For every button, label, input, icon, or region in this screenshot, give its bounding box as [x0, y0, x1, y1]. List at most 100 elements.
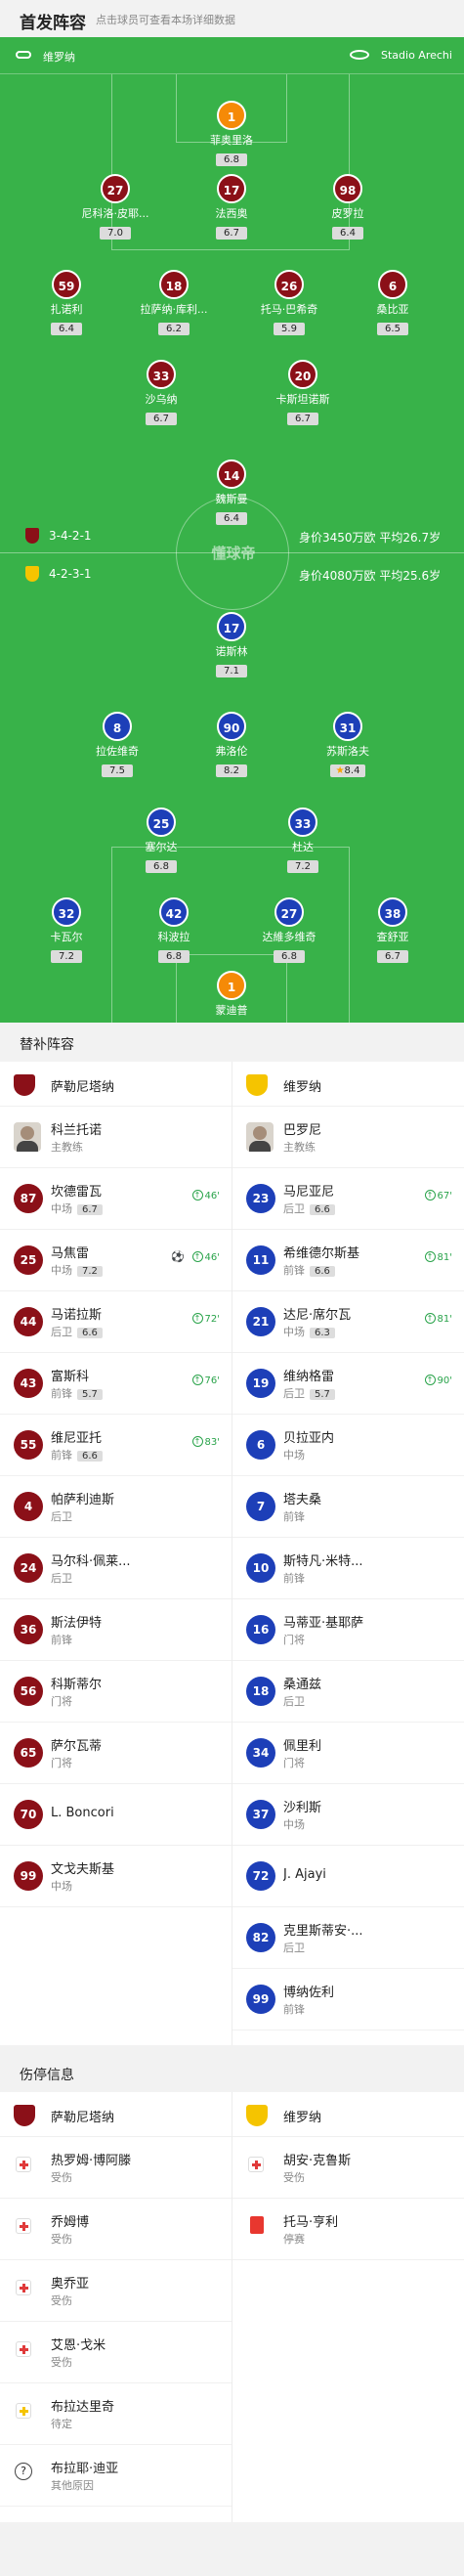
pitch-player[interactable]: 27 尼科洛·皮耶... 7.0 [62, 174, 169, 240]
pitch-player[interactable]: 14 魏斯曼 6.4 [178, 459, 285, 525]
sub-player-row[interactable]: 25 马焦雷 中场 7.2 ↑ 46' ⚽ [0, 1230, 232, 1291]
sub-player-row[interactable]: 24 马尔科·佩莱... 后卫 [0, 1538, 232, 1599]
pitch-player[interactable]: 18 拉萨纳·库利... 6.2 [120, 270, 228, 335]
sub-minute: 81' [437, 1313, 452, 1325]
sub-player-row[interactable]: 16 马蒂亚·基耶萨 门将 [232, 1599, 464, 1661]
pitch-player[interactable]: 98 皮罗拉 6.4 [294, 174, 401, 240]
sub-player-row[interactable]: 34 佩里利 门将 [232, 1723, 464, 1784]
pitch-player[interactable]: 59 扎诺利 6.4 [13, 270, 120, 335]
pitch-player[interactable]: 31 苏斯洛夫 ★8.4 [294, 712, 401, 777]
pitch-player[interactable]: 17 诺斯林 7.1 [178, 612, 285, 677]
pitch-player[interactable]: 33 杜达 7.2 [249, 808, 357, 873]
subs-section-header: 替补阵容 [0, 1023, 464, 1062]
player-position: 门将 [51, 1693, 72, 1709]
player-position: 门将 [51, 1755, 72, 1770]
player-number: 24 [14, 1553, 43, 1583]
pitch-player[interactable]: 26 托马·巴希奇 5.9 [235, 270, 343, 335]
player-number: 32 [52, 897, 81, 927]
sub-player-row[interactable]: 19 维纳格雷 后卫 5.7 ↑ 90' [232, 1353, 464, 1415]
injury-row[interactable]: 热罗姆·博阿滕 受伤 [0, 2137, 232, 2199]
sub-player-row[interactable]: 7 塔夫桑 前锋 [232, 1476, 464, 1538]
injuries-left-team[interactable]: 萨勒尼塔纳 [0, 2092, 232, 2137]
sub-player-row[interactable]: 18 桑通兹 后卫 [232, 1661, 464, 1723]
sub-player-row[interactable]: 11 希维德尔斯基 前锋 6.6 ↑ 81' [232, 1230, 464, 1291]
sub-player-row[interactable]: 99 博纳佐利 前锋 [232, 1969, 464, 2030]
sub-player-row[interactable]: 37 沙利斯 中场 [232, 1784, 464, 1846]
sub-player-row[interactable]: 56 科斯蒂尔 门将 [0, 1661, 232, 1723]
injury-row[interactable]: 艾恩·戈米 受伤 [0, 2322, 232, 2383]
player-name: 菲奥里洛 [210, 134, 253, 147]
absence-reason: 其他原因 [51, 2479, 94, 2492]
player-rating: 6.7 [216, 227, 247, 240]
player-name: 佩里利 [283, 1739, 322, 1754]
player-number: 25 [147, 808, 176, 837]
rating-value: 8.4 [344, 765, 360, 776]
sub-player-row[interactable]: 65 萨尔瓦蒂 门将 [0, 1723, 232, 1784]
pitch-player[interactable]: 6 桑比亚 6.5 [339, 270, 446, 335]
player-name: 热罗姆·博阿滕 [51, 2154, 132, 2168]
subs-panel: 萨勒尼塔纳 维罗纳 科兰托诺 主教练 巴罗尼 主教练 87 坎德雷瓦 中场 6.7 ↑ 4… [0, 1062, 464, 2045]
injury-row[interactable]: 布拉达里奇 待定 [0, 2383, 232, 2445]
rating-value: 6.4 [340, 228, 356, 239]
question-icon: ? [15, 2463, 32, 2480]
sub-player-row[interactable]: 6 贝拉亚内 中场 [232, 1415, 464, 1476]
injury-row[interactable]: 托马·亨利 停赛 [232, 2199, 464, 2260]
rating-value: 5.9 [281, 324, 297, 334]
player-name: 法西奥 [215, 207, 248, 220]
doubtful-cross-icon [16, 2403, 31, 2419]
sub-player-row[interactable]: 10 斯特凡·米特... 前锋 [232, 1538, 464, 1599]
sub-minute: 90' [437, 1375, 452, 1386]
pitch-player[interactable]: 17 法西奥 6.7 [178, 174, 285, 240]
sub-in-icon: ↑ [191, 1375, 203, 1385]
injury-row[interactable]: 胡安·克鲁斯 受伤 [232, 2137, 464, 2199]
injury-row[interactable]: 乔姆博 受伤 [0, 2199, 232, 2260]
pitch-player[interactable]: 20 卡斯坦诺斯 6.7 [249, 360, 357, 425]
pitch-player[interactable]: 27 达維多维奇 6.8 [235, 897, 343, 963]
player-name: 布拉耶·迪亚 [51, 2462, 119, 2476]
star-icon: ★ [335, 765, 345, 776]
pitch-player[interactable]: 1 菲奥里洛 6.8 [178, 101, 285, 166]
player-number: 17 [217, 612, 246, 641]
sub-player-row[interactable]: 36 斯法伊特 前锋 [0, 1599, 232, 1661]
rating-value: 6.2 [166, 324, 182, 334]
player-number: 72 [246, 1861, 275, 1891]
subs-right-team[interactable]: 维罗纳 [232, 1062, 464, 1107]
pitch-player[interactable]: 38 查舒亚 6.7 [339, 897, 446, 963]
pitch-player[interactable]: 90 弗洛伦 8.2 [178, 712, 285, 777]
sub-player-row[interactable]: 70 L. Boncori [0, 1784, 232, 1846]
sub-player-row[interactable]: 99 文戈夫斯基 中场 [0, 1846, 232, 1907]
sub-player-row[interactable]: 87 坎德雷瓦 中场 6.7 ↑ 46' [0, 1168, 232, 1230]
player-rating: 6.6 [310, 1266, 335, 1277]
pitch-player[interactable]: 1蒙迪普6.4 [178, 971, 285, 1023]
sub-player-row[interactable]: 55 维尼亚托 前锋 6.6 ↑ 83' [0, 1415, 232, 1476]
position-label: 中场 [51, 1880, 72, 1893]
rating-value: 6.8 [224, 154, 239, 165]
sub-player-row[interactable]: 72 J. Ajayi [232, 1846, 464, 1907]
player-name: 塔夫桑 [283, 1493, 322, 1507]
injury-row[interactable]: 奥乔亚 受伤 [0, 2260, 232, 2322]
sub-player-row[interactable]: 82 克里斯蒂安·... 后卫 [232, 1907, 464, 1969]
injuries-right-team[interactable]: 维罗纳 [232, 2092, 464, 2137]
player-number: 33 [288, 808, 317, 837]
sub-player-row[interactable]: 43 富斯科 前锋 5.7 ↑ 76' [0, 1353, 232, 1415]
player-name: 卡瓦尔 [50, 931, 83, 943]
sub-player-row[interactable]: 23 马尼亚尼 后卫 6.6 ↑ 67' [232, 1168, 464, 1230]
injury-row[interactable]: ? 布拉耶·迪亚 其他原因 [0, 2445, 232, 2507]
rating-value: 7.5 [109, 765, 125, 776]
sub-in-icon: ↑ [191, 1436, 203, 1447]
sub-player-row[interactable]: 44 马诺拉斯 后卫 6.6 ↑ 72' [0, 1291, 232, 1353]
pitch-player[interactable]: 32 卡瓦尔 7.2 [13, 897, 120, 963]
pitch-player[interactable]: 33 沙乌纳 6.7 [107, 360, 215, 425]
left-coach-row[interactable]: 科兰托诺 主教练 [0, 1107, 232, 1168]
sub-player-row[interactable]: 21 达尼·席尔瓦 中场 6.3 ↑ 81' [232, 1291, 464, 1353]
pitch-player[interactable]: 8 拉佐维奇 7.5 [63, 712, 171, 777]
right-coach-row[interactable]: 巴罗尼 主教练 [232, 1107, 464, 1168]
pitch-player[interactable]: 42 科波拉 6.8 [120, 897, 228, 963]
pitch-player[interactable]: 25 塞尔达 6.8 [107, 808, 215, 873]
player-name: 马诺拉斯 [51, 1308, 103, 1323]
sub-player-row[interactable]: 4 帕萨利迪斯 后卫 [0, 1476, 232, 1538]
subs-left-team[interactable]: 萨勒尼塔纳 [0, 1062, 232, 1107]
pitch: 维罗纳 Stadio Arechi 懂球帝 3-4-2-1 身价3450万欧 平… [0, 37, 464, 1023]
player-rating: 6.4 [332, 227, 363, 240]
sub-minute: 46' [204, 1190, 220, 1201]
